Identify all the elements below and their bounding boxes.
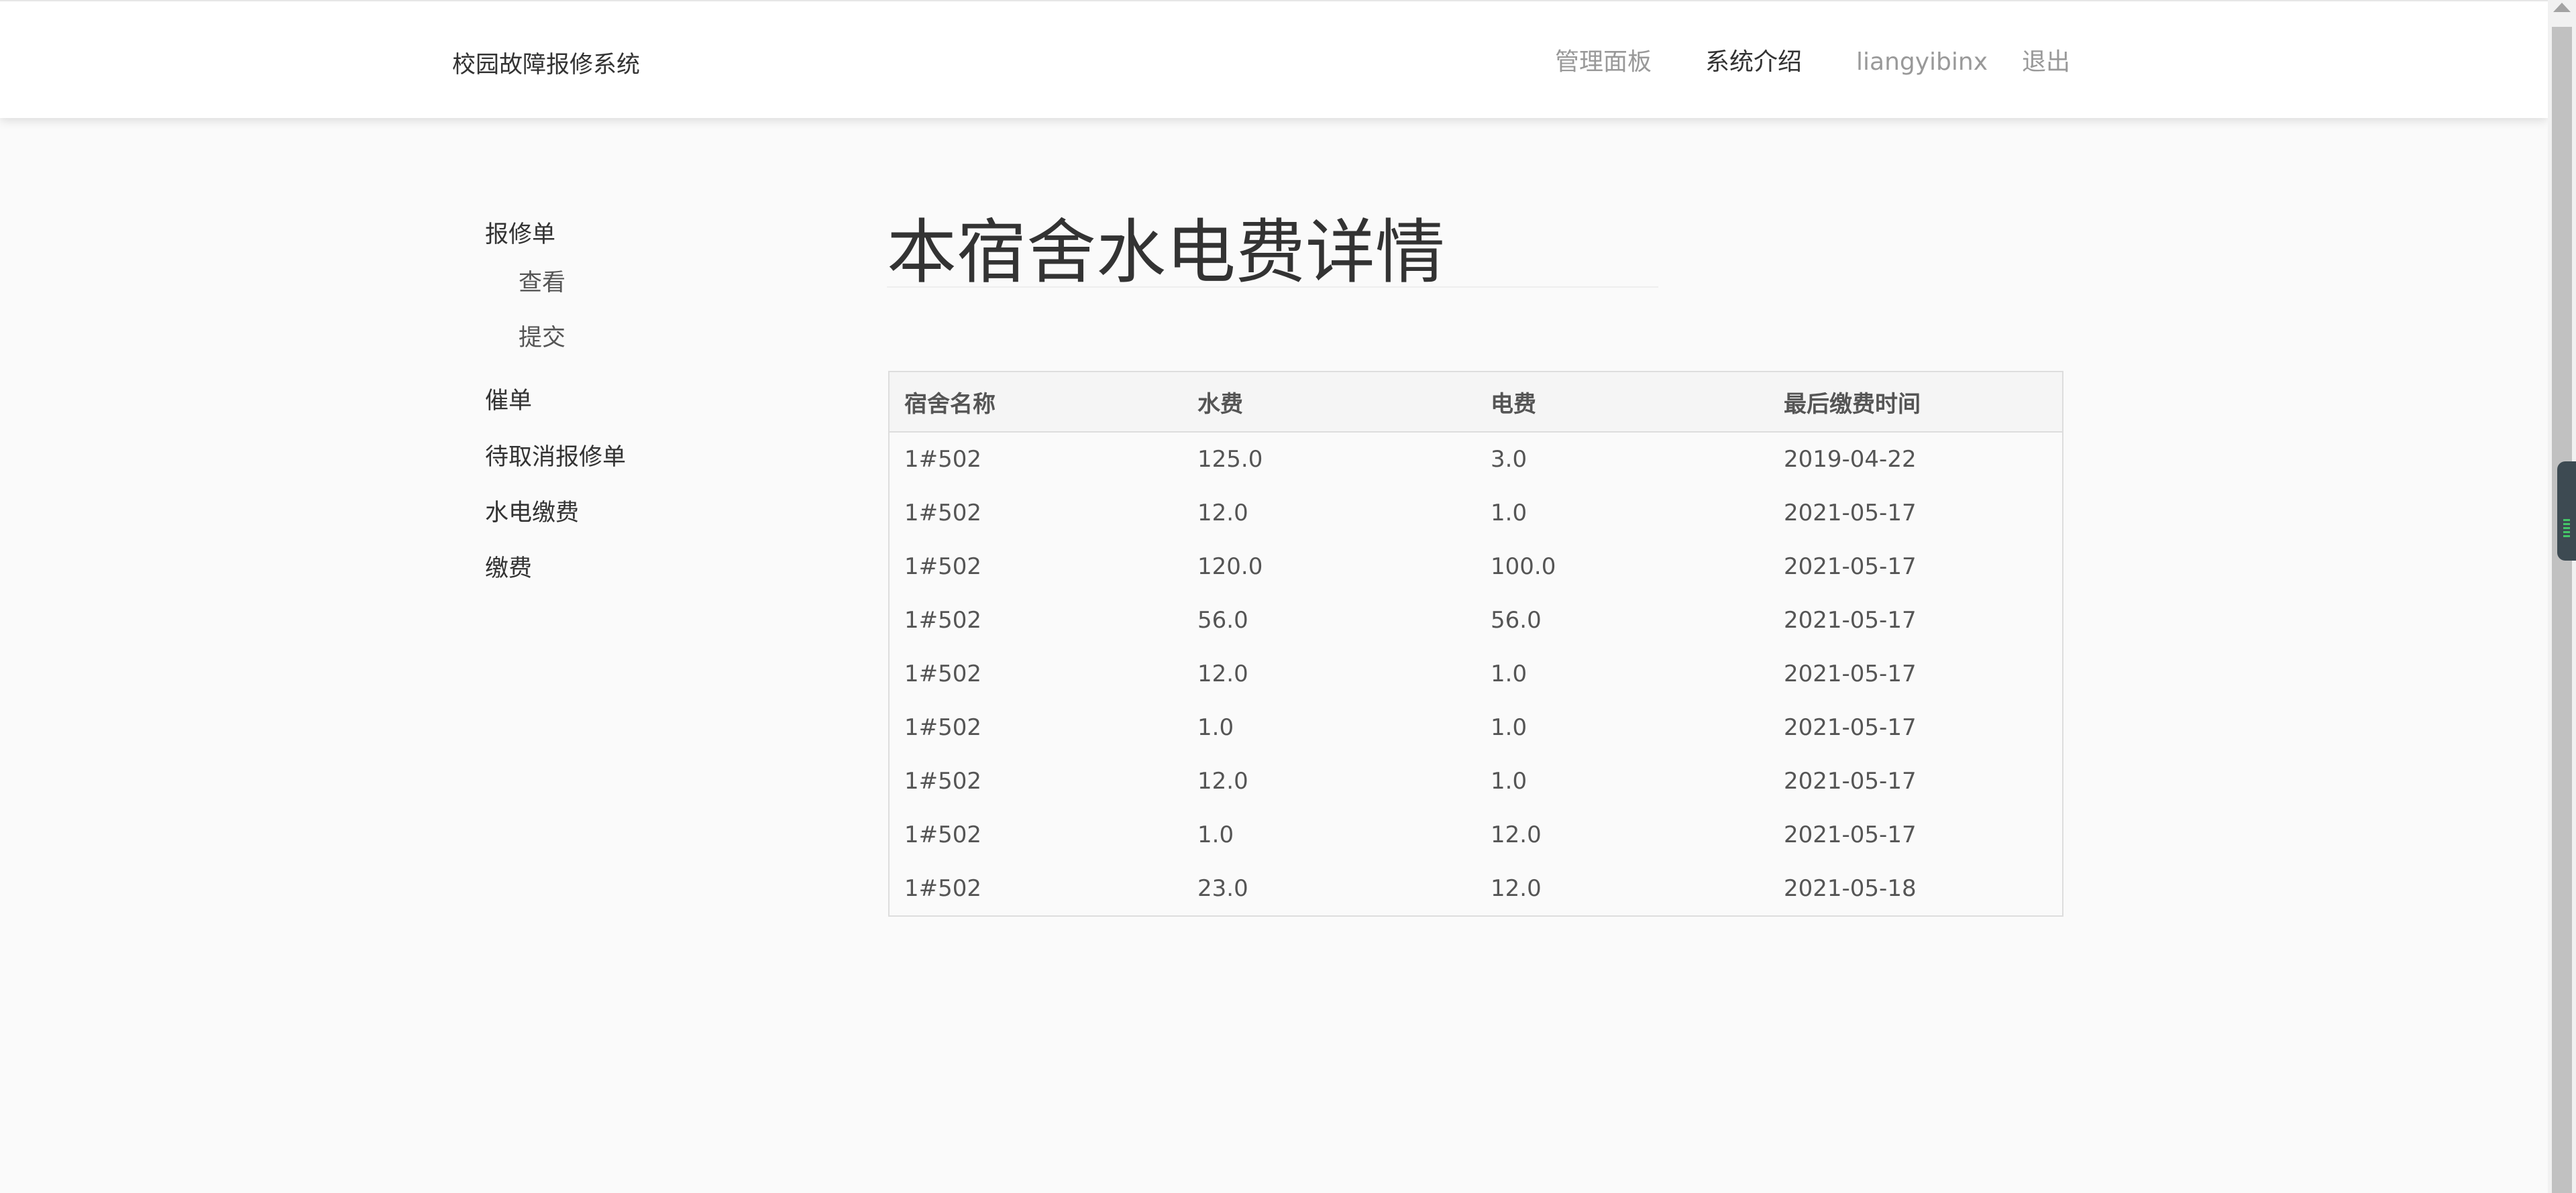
table-row: 1#502 125.0 3.0 2019-04-22	[890, 432, 2062, 486]
table-row: 1#502 12.0 1.0 2021-05-17	[890, 647, 2062, 701]
page-title: 本宿舍水电费详情	[887, 211, 1446, 293]
column-header-dorm-name: 宿舍名称	[890, 372, 1183, 433]
cell-dorm-name: 1#502	[904, 768, 982, 795]
cell-electricity-fee: 100.0	[1491, 553, 1556, 580]
cell-last-payment-time: 2021-05-17	[1784, 500, 1917, 526]
cell-last-payment-time: 2019-04-22	[1784, 446, 1917, 473]
cell-electricity-fee: 1.0	[1491, 714, 1527, 741]
cell-last-payment-time: 2021-05-17	[1784, 768, 1917, 795]
column-header-water-fee: 水费	[1183, 372, 1476, 433]
title-divider	[887, 286, 1658, 288]
cell-dorm-name: 1#502	[904, 714, 982, 741]
sidebar-item-repair-orders[interactable]: 报修单	[485, 218, 555, 251]
nav-dashboard-link[interactable]: 管理面板	[1555, 46, 1652, 79]
cell-water-fee: 56.0	[1197, 607, 1248, 634]
nav-about-link[interactable]: 系统介绍	[1705, 46, 1802, 79]
cell-last-payment-time: 2021-05-17	[1784, 714, 1917, 741]
sidebar-item-urge[interactable]: 催单	[485, 384, 532, 418]
table-row: 1#502 1.0 12.0 2021-05-17	[890, 808, 2062, 862]
cell-water-fee: 1.0	[1197, 714, 1234, 741]
cell-dorm-name: 1#502	[904, 500, 982, 526]
cell-electricity-fee: 3.0	[1491, 446, 1527, 473]
scrollbar-thumb[interactable]	[2552, 27, 2572, 1193]
table-row: 1#502 1.0 1.0 2021-05-17	[890, 701, 2062, 754]
table-row: 1#502 12.0 1.0 2021-05-17	[890, 486, 2062, 540]
sidebar-item-utility-payment[interactable]: 水电缴费	[485, 496, 579, 530]
table-row: 1#502 56.0 56.0 2021-05-17	[890, 593, 2062, 647]
widget-indicator-bar	[2563, 527, 2570, 529]
cell-dorm-name: 1#502	[904, 821, 982, 848]
cell-last-payment-time: 2021-05-18	[1784, 875, 1917, 902]
cell-electricity-fee: 1.0	[1491, 768, 1527, 795]
table-header-row: 宿舍名称 水费 电费 最后缴费时间	[890, 372, 2062, 433]
cell-electricity-fee: 12.0	[1491, 875, 1542, 902]
utility-fee-table: 宿舍名称 水费 电费 最后缴费时间 1#502 125.0 3.0 2019-0…	[888, 371, 2063, 917]
cell-water-fee: 23.0	[1197, 875, 1248, 902]
sidebar-item-pending-cancel[interactable]: 待取消报修单	[485, 441, 626, 474]
widget-indicator-bar	[2563, 523, 2570, 525]
cell-last-payment-time: 2021-05-17	[1784, 553, 1917, 580]
cell-water-fee: 120.0	[1197, 553, 1263, 580]
sidebar-item-submit[interactable]: 提交	[519, 321, 566, 355]
widget-indicator-bar	[2563, 531, 2570, 533]
scroll-up-arrow-icon[interactable]	[2553, 3, 2571, 12]
cell-electricity-fee: 1.0	[1491, 500, 1527, 526]
cell-water-fee: 12.0	[1197, 661, 1248, 687]
nav-username-link[interactable]: liangyibinx	[1856, 46, 1988, 79]
cell-electricity-fee: 1.0	[1491, 661, 1527, 687]
widget-indicator-icon	[2563, 519, 2570, 521]
table-row: 1#502 120.0 100.0 2021-05-17	[890, 540, 2062, 593]
sidebar-item-payment[interactable]: 缴费	[485, 552, 532, 585]
brand-link[interactable]: 校园故障报修系统	[452, 48, 640, 82]
cell-last-payment-time: 2021-05-17	[1784, 821, 1917, 848]
cell-dorm-name: 1#502	[904, 607, 982, 634]
column-header-electricity-fee: 电费	[1476, 372, 1769, 433]
nav-logout-link[interactable]: 退出	[2022, 46, 2070, 79]
cell-water-fee: 1.0	[1197, 821, 1234, 848]
sidebar-item-view[interactable]: 查看	[519, 266, 566, 300]
table-row: 1#502 23.0 12.0 2021-05-18	[890, 862, 2062, 915]
column-header-last-payment-time: 最后缴费时间	[1769, 372, 2062, 433]
cell-water-fee: 125.0	[1197, 446, 1263, 473]
top-navbar: 校园故障报修系统 管理面板 系统介绍 liangyibinx 退出	[0, 0, 2548, 118]
cell-dorm-name: 1#502	[904, 553, 982, 580]
cell-dorm-name: 1#502	[904, 446, 982, 473]
cell-electricity-fee: 12.0	[1491, 821, 1542, 848]
cell-last-payment-time: 2021-05-17	[1784, 661, 1917, 687]
cell-electricity-fee: 56.0	[1491, 607, 1542, 634]
cell-dorm-name: 1#502	[904, 661, 982, 687]
floating-side-widget[interactable]	[2557, 461, 2576, 561]
cell-water-fee: 12.0	[1197, 500, 1248, 526]
table-row: 1#502 12.0 1.0 2021-05-17	[890, 754, 2062, 808]
widget-indicator-bar	[2563, 535, 2570, 537]
cell-water-fee: 12.0	[1197, 768, 1248, 795]
cell-dorm-name: 1#502	[904, 875, 982, 902]
cell-last-payment-time: 2021-05-17	[1784, 607, 1917, 634]
